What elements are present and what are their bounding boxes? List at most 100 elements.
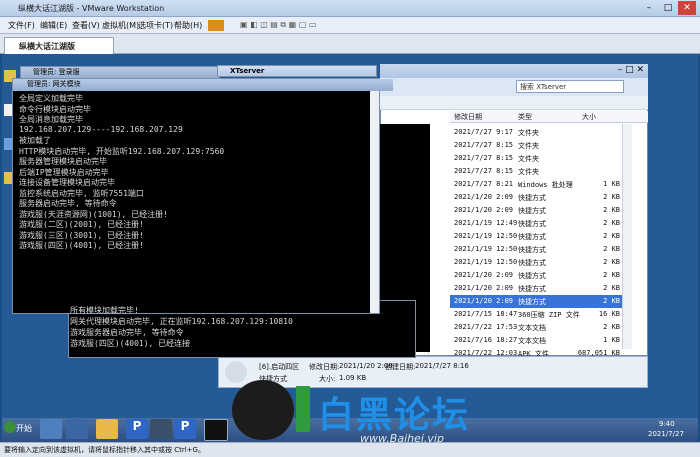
cmd-scrollbar[interactable]	[370, 91, 379, 313]
bamboo-icon	[296, 386, 310, 432]
vertical-scrollbar[interactable]	[622, 124, 632, 349]
file-date: 2021/7/16 18:27	[454, 336, 518, 344]
xtserver-title-text: XTserver	[230, 67, 265, 75]
taskbar-icon-p1[interactable]: P	[126, 419, 148, 439]
file-date: 2021/1/20 2:09	[454, 206, 514, 214]
detail-size-label: 大小:	[319, 375, 336, 383]
file-size: 1 KB	[603, 180, 620, 188]
file-size: 2 KB	[603, 284, 620, 292]
file-date: 2021/1/20 2:09	[454, 193, 514, 201]
file-type: 快捷方式	[518, 246, 546, 254]
console-line: 游戏服(天涯资源网)(1001), 已经注册!	[19, 209, 168, 219]
taskbar-icon-cmd[interactable]	[204, 419, 228, 441]
file-row[interactable]: 2021/1/19 12:50 快捷方式 2 KB	[450, 256, 622, 269]
column-type[interactable]: 类型	[518, 112, 532, 122]
console-line: 命令行模块启动完毕	[19, 104, 91, 114]
taskbar-icon-folder[interactable]	[96, 419, 118, 439]
file-row[interactable]: 2021/7/27 8:15 文件夹	[450, 152, 622, 165]
file-row[interactable]: 2021/1/20 2:09 快捷方式 2 KB	[450, 204, 622, 217]
file-row[interactable]: 2021/1/20 2:09 快捷方式 2 KB	[450, 269, 622, 282]
file-date: 2021/7/27 8:15	[454, 141, 514, 149]
file-row[interactable]: 2021/7/27 8:15 文件夹	[450, 139, 622, 152]
file-type: 文件夹	[518, 129, 539, 137]
menu-help[interactable]: 帮助(H)	[174, 20, 202, 31]
file-type: 快捷方式	[518, 194, 546, 202]
detail-created: 2021/7/27 8:16	[415, 362, 469, 370]
file-type: 快捷方式	[518, 259, 546, 267]
maximize-button[interactable]: □	[659, 1, 677, 15]
tab-vm[interactable]: 纵横大话江湖版	[4, 37, 114, 54]
menu-tabs[interactable]: 选项卡(T)	[138, 20, 173, 31]
taskbar-icon-explorer[interactable]	[40, 419, 62, 439]
column-size[interactable]: 大小	[582, 112, 596, 122]
file-row[interactable]: 2021/7/27 8:21 Windows 批处理 1 KB	[450, 178, 622, 191]
taskbar-icon-app[interactable]	[150, 419, 172, 439]
file-size: 2 KB	[603, 323, 620, 331]
explorer-toolbar[interactable]	[380, 96, 648, 110]
explorer-titlebar: – □ ✕	[380, 64, 648, 78]
start-label: 开始	[16, 424, 32, 433]
console-line-back: 所有模块加载完毕!	[70, 306, 139, 315]
file-list-header[interactable]: 修改日期 类型 大小	[450, 111, 648, 123]
column-date[interactable]: 修改日期	[454, 112, 482, 122]
file-type: 文本文档	[518, 324, 546, 332]
file-type: 360压缩 ZIP 文件	[518, 311, 580, 319]
console-line: 192.168.207.129----192.168.207.129	[19, 124, 183, 134]
vmware-statusbar: 要将输入定向到该虚拟机，请将鼠标指针移入其中或按 Ctrl+G。	[0, 442, 700, 457]
file-row[interactable]: 2021/7/27 8:15 文件夹	[450, 165, 622, 178]
explorer-window-controls[interactable]: – □ ✕	[618, 65, 644, 75]
file-size: 2 KB	[603, 206, 620, 214]
file-type: Windows 批处理	[518, 181, 573, 189]
file-row[interactable]: 2021/7/16 18:27 文本文档 1 KB	[450, 334, 622, 347]
search-input[interactable]: 搜索 XTserver	[516, 80, 624, 93]
watermark-url: www.Baihei.vip	[360, 432, 444, 445]
file-row[interactable]: 2021/1/20 2:09 快捷方式 2 KB	[450, 191, 622, 204]
vmware-titlebar: 纵横大话江湖版 - VMware Workstation – □ ✕	[0, 0, 700, 17]
menu-vm[interactable]: 虚拟机(M)	[102, 20, 139, 31]
menu-edit[interactable]: 编辑(E)	[40, 20, 67, 31]
close-button[interactable]: ✕	[678, 1, 696, 15]
file-date: 2021/1/19 12:49	[454, 219, 518, 227]
file-size: 2 KB	[603, 271, 620, 279]
search-placeholder: 搜索 XTserver	[520, 83, 567, 91]
file-row[interactable]: 2021/7/27 9:17 文件夹	[450, 126, 622, 139]
minimize-button[interactable]: –	[640, 1, 658, 15]
file-row[interactable]: 2021/7/22 17:53 文本文档 2 KB	[450, 321, 622, 334]
console-line: 全局消息加载完毕	[19, 115, 83, 124]
file-row[interactable]: 2021/1/19 12:49 快捷方式 2 KB	[450, 217, 622, 230]
detail-name: [6].启动四区	[259, 363, 300, 371]
file-date: 2021/7/27 8:21	[454, 180, 514, 188]
console-line: 服务器启动完毕, 等待命令	[19, 199, 117, 208]
taskbar-icon-p2[interactable]: P	[174, 419, 196, 439]
file-size: 2 KB	[603, 245, 620, 253]
file-date: 2021/1/20 2:09	[454, 297, 514, 305]
console-line: 全局定义加载完毕	[19, 94, 83, 103]
menu-file[interactable]: 文件(F)	[8, 20, 35, 31]
watermark-text: 白黑论坛	[318, 395, 471, 436]
start-button[interactable]: 开始	[4, 420, 32, 438]
xtserver-titlebar[interactable]: XTserver	[217, 65, 377, 77]
clock-date[interactable]: 2021/7/27	[648, 430, 684, 438]
file-row[interactable]: 2021/1/20 2:09 快捷方式 2 KB	[450, 282, 622, 295]
file-row[interactable]: 2021/1/19 12:50 快捷方式 2 KB	[450, 243, 622, 256]
cmd-window-gateway[interactable]: 管理员: 网关模块 全局定义加载完毕 命令行模块启动完毕 全局消息加载完毕 192.1…	[12, 78, 393, 314]
file-size: 2 KB	[603, 193, 620, 201]
taskbar-icon-media[interactable]	[66, 419, 88, 439]
file-row[interactable]: 2021/7/15 18:47 360压缩 ZIP 文件 16 KB	[450, 308, 622, 321]
file-row[interactable]: 2021/1/20 2:09 快捷方式 2 KB	[450, 295, 622, 308]
console-line-back: 游戏服务器启动完毕, 等待命令	[70, 328, 184, 337]
pause-icon[interactable]	[208, 20, 224, 31]
toolbar-icons[interactable]: ▣ ◧ ◫ ▤ ⧉ ▦ ▢ ▭	[240, 20, 316, 30]
file-row[interactable]: 2021/1/19 12:50 快捷方式 2 KB	[450, 230, 622, 243]
clock-time[interactable]: 9:40	[659, 420, 675, 428]
file-size: 2 KB	[603, 232, 620, 240]
menu-view[interactable]: 查看(V)	[72, 20, 100, 31]
console-line: HTTP模块启动完毕, 开始监听192.168.207.129:7560	[19, 146, 225, 156]
file-date: 2021/7/15 18:47	[454, 310, 518, 318]
file-type: 快捷方式	[518, 220, 546, 228]
console-line: 后端IP管理模块启动完毕	[19, 167, 109, 177]
file-date: 2021/1/20 2:09	[454, 271, 514, 279]
console-line: 连接设备管理模块启动完毕	[19, 178, 115, 187]
console-line: 游戏服(四区)(4001), 已经注册!	[19, 241, 144, 250]
file-type: 文件夹	[518, 155, 539, 163]
